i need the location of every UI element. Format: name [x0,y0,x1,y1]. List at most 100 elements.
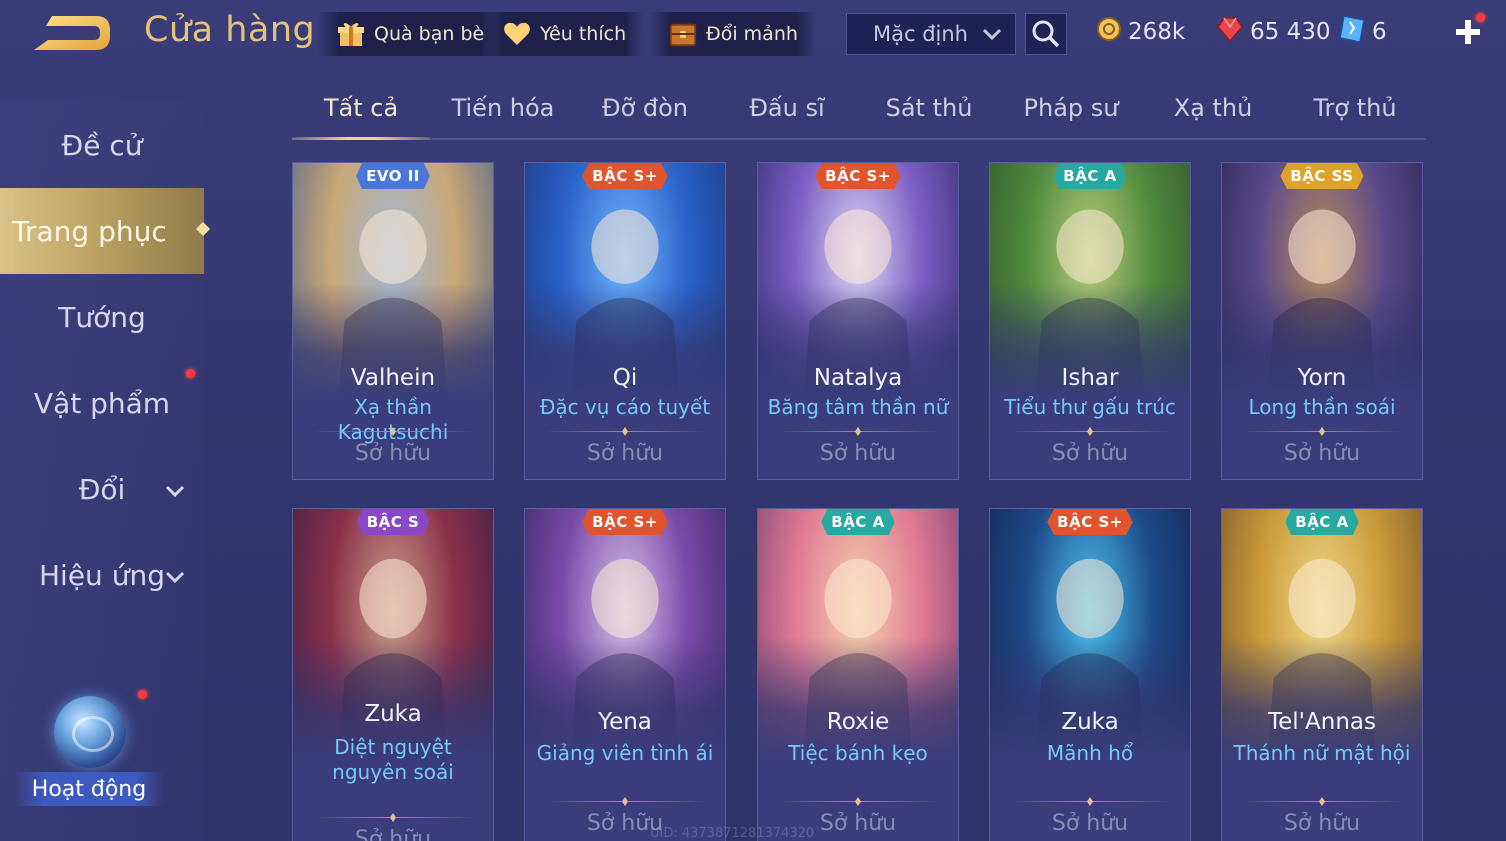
sidebar-item-items[interactable]: Vật phẩm [0,362,204,444]
sidebar-item-label: Đề cử [61,128,143,162]
gold-value: 268k [1128,19,1186,45]
tab-label: Trợ thủ [1313,94,1397,122]
ticket-value: 6 [1372,19,1387,45]
card-divider [1242,431,1402,432]
tier-badge: BẬC S+ [582,163,668,189]
hero-name: Zuka [1061,709,1119,735]
tab-assassin[interactable]: Sát thủ [860,94,998,138]
skin-card[interactable]: BẬC S+ Natalya Băng tâm thần nữ Sở hữu [757,162,959,480]
tier-badge: BẬC S+ [815,163,901,189]
sidebar-item-label: Tướng [58,300,146,334]
skin-card[interactable]: BẬC S+ Yena Giảng viên tình ái Sở hữu [524,508,726,841]
ownership-status: Sở hữu [1283,811,1361,836]
sidebar-item-label: Đổi [78,472,126,506]
tier-badge: BẬC SS [1280,163,1364,189]
tier-badge: EVO II [356,163,430,189]
exchange-fragments-button[interactable]: Đổi mảnh [650,12,816,56]
hero-name: Roxie [826,709,890,735]
skin-name: Tiểu thư gấu trúc [1004,395,1176,419]
friend-gift-button[interactable]: Quà bạn bè [318,12,503,56]
ownership-status: Sở hữu [819,441,897,466]
sidebar-item-skins[interactable]: Trang phục [0,188,211,274]
tab-tank[interactable]: Đỡ đòn [576,94,714,138]
skin-name: Mãnh hổ [1046,741,1134,765]
heart-icon [502,19,532,49]
activity-orb-icon [54,696,126,768]
card-divider [313,817,473,818]
active-marker-icon [195,221,211,237]
tab-mage[interactable]: Pháp sư [1002,94,1140,138]
sidebar-item-featured[interactable]: Đề cử [0,104,204,186]
sidebar-item-exchange[interactable]: Đổi [0,448,204,530]
sidebar-item-effects[interactable]: Hiệu ứng [0,534,204,616]
tab-label: Tiến hóa [451,94,555,122]
activity-button[interactable]: Hoạt động [14,690,164,820]
tab-label: Sát thủ [885,94,973,122]
tab-label: Tất cả [323,94,399,122]
tier-badge: BẬC A [1285,509,1359,535]
tab-evolution[interactable]: Tiến hóa [434,94,572,138]
ownership-status: Sở hữu [1051,441,1129,466]
skin-card[interactable]: EVO II Valhein Xạ thần KagutsuchiSở hữu [292,162,494,480]
hero-name: Valhein [350,365,436,391]
hero-name: Tel'Annas [1268,709,1376,735]
skin-name: Băng tâm thần nữ [767,395,949,419]
skin-name: Đặc vụ cáo tuyết [539,395,711,419]
ownership-status: Sở hữu [586,441,664,466]
top-bar: Cửa hàng Quà bạn bè Yêu thích Đổi mảnh M… [0,0,1506,70]
back-arrow-icon [34,16,110,50]
tier-badge: BẬC S+ [1047,509,1133,535]
sidebar-item-label: Vật phẩm [33,386,171,420]
skin-card[interactable]: BẬC S+ Zuka Mãnh hổ Sở hữu [989,508,1191,841]
tab-support[interactable]: Trợ thủ [1286,94,1424,138]
ownership-status: Sở hữu [1283,441,1361,466]
sort-dropdown[interactable]: Mặc định [846,13,1016,55]
gift-icon [336,19,366,49]
skin-card[interactable]: BẬC SS Yorn Long thần soái Sở hữu [1221,162,1423,480]
ticket-balance: 6 [1338,14,1387,50]
friend-gift-label: Quà bạn bè [374,23,485,45]
chevron-down-icon [164,476,186,509]
treasure-chest-icon [668,19,698,49]
uid-watermark: UID: 4373871281374320 [650,826,815,841]
skin-card[interactable]: BẬC A Tel'Annas Thánh nữ mật hội Sở hữu [1221,508,1423,841]
skin-card[interactable]: BẬC S Zuka Diệt nguyệt nguyên soái Sở hữu [292,508,494,841]
chevron-down-icon [164,562,186,595]
tab-fighter[interactable]: Đấu sĩ [718,94,856,138]
skin-card[interactable]: BẬC S+ Qi Đặc vụ cáo tuyết Sở hữu [524,162,726,480]
search-button[interactable] [1025,13,1067,55]
tier-badge: BẬC A [1053,163,1127,189]
gem-value: 65 430 [1250,19,1331,45]
blue-ticket-icon [1338,14,1366,50]
ownership-status: Sở hữu [354,441,432,466]
skin-name: Tiệc bánh kẹo [788,741,928,765]
tab-label: Pháp sư [1023,94,1119,122]
sort-value: Mặc định [873,22,968,46]
tab-marksman[interactable]: Xạ thủ [1144,94,1282,138]
card-divider [1010,801,1170,802]
hero-name: Natalya [813,365,903,391]
activity-label: Hoạt động [14,772,164,806]
sidebar-item-heroes[interactable]: Tướng [0,276,204,358]
favorites-label: Yêu thích [540,23,627,45]
sidebar-item-label: Trang phục [12,214,167,248]
red-gem-icon [1216,15,1244,49]
skin-name: Thánh nữ mật hội [1233,741,1411,765]
tier-badge: BẬC S+ [582,509,668,535]
notification-dot [1476,13,1485,22]
favorites-button[interactable]: Yêu thích [484,12,645,56]
hero-name: Yorn [1297,365,1347,391]
exchange-fragments-label: Đổi mảnh [706,23,798,45]
skin-name: Long thần soái [1248,395,1396,419]
card-divider [1242,801,1402,802]
skin-card[interactable]: BẬC A Ishar Tiểu thư gấu trúc Sở hữu [989,162,1191,480]
gold-coin-icon [1096,16,1122,48]
skin-card[interactable]: BẬC A Roxie Tiệc bánh kẹo Sở hữu [757,508,959,841]
tab-all[interactable]: Tất cả [292,94,430,138]
back-button[interactable] [30,10,114,56]
skin-name: Xạ thần Kagutsuchi [338,395,449,444]
hero-name: Ishar [1061,365,1119,391]
card-divider [545,431,705,432]
card-divider [1010,431,1170,432]
card-divider [778,431,938,432]
